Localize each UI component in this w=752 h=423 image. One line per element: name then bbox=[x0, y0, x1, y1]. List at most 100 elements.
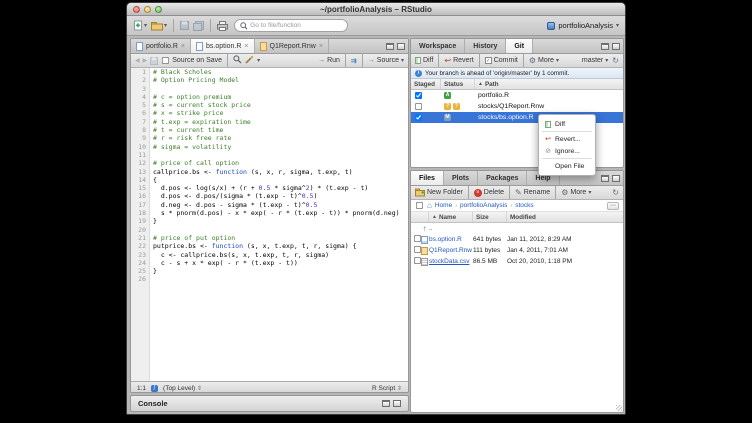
source-on-save-checkbox[interactable] bbox=[162, 57, 169, 64]
file-row[interactable]: bs.option.R641 bytesJan 11, 2012, 8:29 A… bbox=[411, 234, 623, 245]
minimize-window-icon[interactable] bbox=[144, 6, 151, 13]
new-folder-button[interactable]: New Folder bbox=[415, 188, 463, 197]
file-checkbox[interactable] bbox=[414, 257, 421, 264]
toolbar-separator bbox=[362, 54, 363, 67]
title-bar[interactable]: ~/portfolioAnalysis – RStudio bbox=[127, 3, 625, 16]
resize-grip[interactable] bbox=[616, 405, 622, 411]
menu-item-revert[interactable]: ↩Revert... bbox=[539, 133, 595, 145]
tab-git[interactable]: Git bbox=[506, 39, 533, 53]
staged-cell bbox=[411, 91, 441, 100]
path-column-header[interactable]: ▲Path bbox=[475, 79, 623, 89]
tab-files[interactable]: Files bbox=[411, 171, 444, 185]
file-type-selector[interactable]: R Script ⇕ bbox=[372, 385, 402, 392]
file-name-link[interactable]: stockData.csv bbox=[429, 258, 473, 265]
console-pane-header[interactable]: Console bbox=[130, 395, 409, 412]
zoom-window-icon[interactable] bbox=[155, 6, 162, 13]
select-all-checkbox[interactable] bbox=[416, 202, 423, 209]
breadcrumb-folder[interactable]: stocks bbox=[515, 202, 533, 209]
rerun-icon[interactable]: ⇉ bbox=[351, 57, 357, 65]
file-checkbox[interactable] bbox=[414, 235, 421, 242]
maximize-pane-icon[interactable] bbox=[612, 175, 620, 182]
up-directory-icon[interactable]: ↑ bbox=[420, 224, 429, 233]
minimize-pane-icon[interactable] bbox=[601, 175, 609, 182]
delete-button[interactable]: × Delete bbox=[474, 189, 504, 197]
goto-file-input[interactable] bbox=[250, 22, 342, 29]
toolbar-separator bbox=[210, 19, 211, 32]
tab-close-icon[interactable]: × bbox=[181, 43, 185, 50]
project-menu-button[interactable]: portfolioAnalysis ▾ bbox=[547, 21, 619, 30]
file-row[interactable]: Q1Report.Rnw111 bytesJan 4, 2011, 7:01 A… bbox=[411, 245, 623, 256]
tab-plots[interactable]: Plots bbox=[444, 171, 478, 185]
tab-bs.option.R[interactable]: bs.option.R× bbox=[191, 39, 255, 53]
tab-history[interactable]: History bbox=[465, 39, 506, 53]
minimize-pane-icon[interactable] bbox=[601, 43, 609, 50]
menu-item-diff[interactable]: Diff bbox=[539, 118, 595, 130]
staged-checkbox[interactable] bbox=[415, 114, 422, 121]
tab-packages[interactable]: Packages bbox=[478, 171, 527, 185]
gear-icon: ⚙ bbox=[561, 189, 568, 197]
menu-item-openfile[interactable]: Open File bbox=[539, 160, 595, 172]
menu-item-ignore[interactable]: ⊘Ignore... bbox=[539, 145, 595, 157]
code-tools-icon[interactable] bbox=[245, 55, 254, 66]
print-button[interactable] bbox=[217, 21, 228, 31]
staged-column-header[interactable]: Staged bbox=[411, 79, 441, 89]
file-checkbox[interactable] bbox=[414, 246, 421, 253]
refresh-icon[interactable]: ↻ bbox=[612, 189, 619, 197]
code-area[interactable]: 1# Black Scholes2# Option Pricing Model3… bbox=[131, 68, 408, 381]
save-button[interactable] bbox=[180, 21, 189, 30]
open-file-button[interactable]: ▾ bbox=[151, 21, 167, 31]
updown-icon: ⇕ bbox=[197, 386, 202, 392]
goto-file-search[interactable] bbox=[234, 19, 348, 32]
more-button[interactable]: ⚙ More ▾ bbox=[529, 57, 559, 65]
size-column-header[interactable]: Size bbox=[473, 212, 507, 222]
commit-button[interactable]: ✓ Commit bbox=[485, 57, 518, 64]
maximize-pane-icon[interactable] bbox=[393, 400, 401, 407]
home-icon[interactable]: ⌂ bbox=[427, 202, 432, 210]
status-cell: ?? bbox=[441, 103, 475, 110]
source-button[interactable]: → Source ▾ bbox=[368, 57, 404, 64]
source-on-save-toggle[interactable]: Source on Save bbox=[161, 56, 222, 65]
file-name-link[interactable]: Q1Report.Rnw bbox=[429, 247, 473, 254]
name-column-header[interactable]: ▲Name bbox=[429, 212, 473, 222]
staged-checkbox[interactable] bbox=[415, 103, 422, 110]
toolbar-separator bbox=[555, 186, 556, 199]
find-replace-icon[interactable] bbox=[233, 55, 242, 66]
file-row[interactable]: stockData.csv86.5 MBOct 20, 2010, 1:18 P… bbox=[411, 256, 623, 267]
tab-Q1Report.Rnw[interactable]: Q1Report.Rnw× bbox=[255, 39, 329, 53]
line-number: 8 bbox=[131, 126, 149, 134]
save-all-button[interactable] bbox=[193, 21, 204, 31]
close-window-icon[interactable] bbox=[133, 6, 140, 13]
scope-selector[interactable]: (Top Level) ⇕ bbox=[163, 385, 202, 392]
revert-button[interactable]: ↩ Revert bbox=[444, 57, 473, 65]
file-name-link[interactable]: bs.option.R bbox=[429, 236, 473, 243]
git-row[interactable]: ??stocks/Q1Report.Rnw bbox=[411, 101, 623, 112]
forward-icon[interactable]: ▶ bbox=[143, 57, 148, 64]
breadcrumb-project[interactable]: portfolioAnalysis bbox=[460, 202, 507, 209]
code-line: 19} bbox=[131, 217, 408, 225]
tab-close-icon[interactable]: × bbox=[244, 43, 248, 50]
rename-button[interactable]: ✎ Rename bbox=[515, 189, 550, 197]
branch-selector[interactable]: master ▾ ↻ bbox=[582, 57, 619, 65]
refresh-icon[interactable]: ↻ bbox=[612, 57, 619, 65]
back-icon[interactable]: ◀ bbox=[135, 57, 140, 64]
tab-workspace[interactable]: Workspace bbox=[411, 39, 465, 53]
tab-portfolio.R[interactable]: portfolio.R× bbox=[131, 39, 191, 53]
more-button[interactable]: ⚙ More ▾ bbox=[561, 189, 591, 197]
maximize-pane-icon[interactable] bbox=[397, 43, 405, 50]
git-row[interactable]: Aportfolio.R bbox=[411, 90, 623, 101]
parent-dir-row[interactable]: ↑.. bbox=[411, 223, 623, 234]
maximize-pane-icon[interactable] bbox=[612, 43, 620, 50]
diff-button[interactable]: Diff bbox=[415, 57, 433, 64]
minimize-pane-icon[interactable] bbox=[386, 43, 394, 50]
run-button[interactable]: → Run bbox=[318, 57, 340, 64]
tab-close-icon[interactable]: × bbox=[319, 43, 323, 50]
code-line: 13callprice.bs <- function (s, x, r, sig… bbox=[131, 168, 408, 176]
new-file-button[interactable]: ▾ bbox=[133, 20, 147, 31]
modified-column-header[interactable]: Modified bbox=[507, 212, 623, 222]
breadcrumb-home[interactable]: Home bbox=[435, 202, 452, 209]
path-overflow-button[interactable]: ⋯ bbox=[607, 202, 619, 210]
staged-checkbox[interactable] bbox=[415, 92, 422, 99]
save-file-button[interactable] bbox=[150, 57, 158, 65]
minimize-pane-icon[interactable] bbox=[382, 400, 390, 407]
status-column-header[interactable]: Status bbox=[441, 79, 475, 89]
